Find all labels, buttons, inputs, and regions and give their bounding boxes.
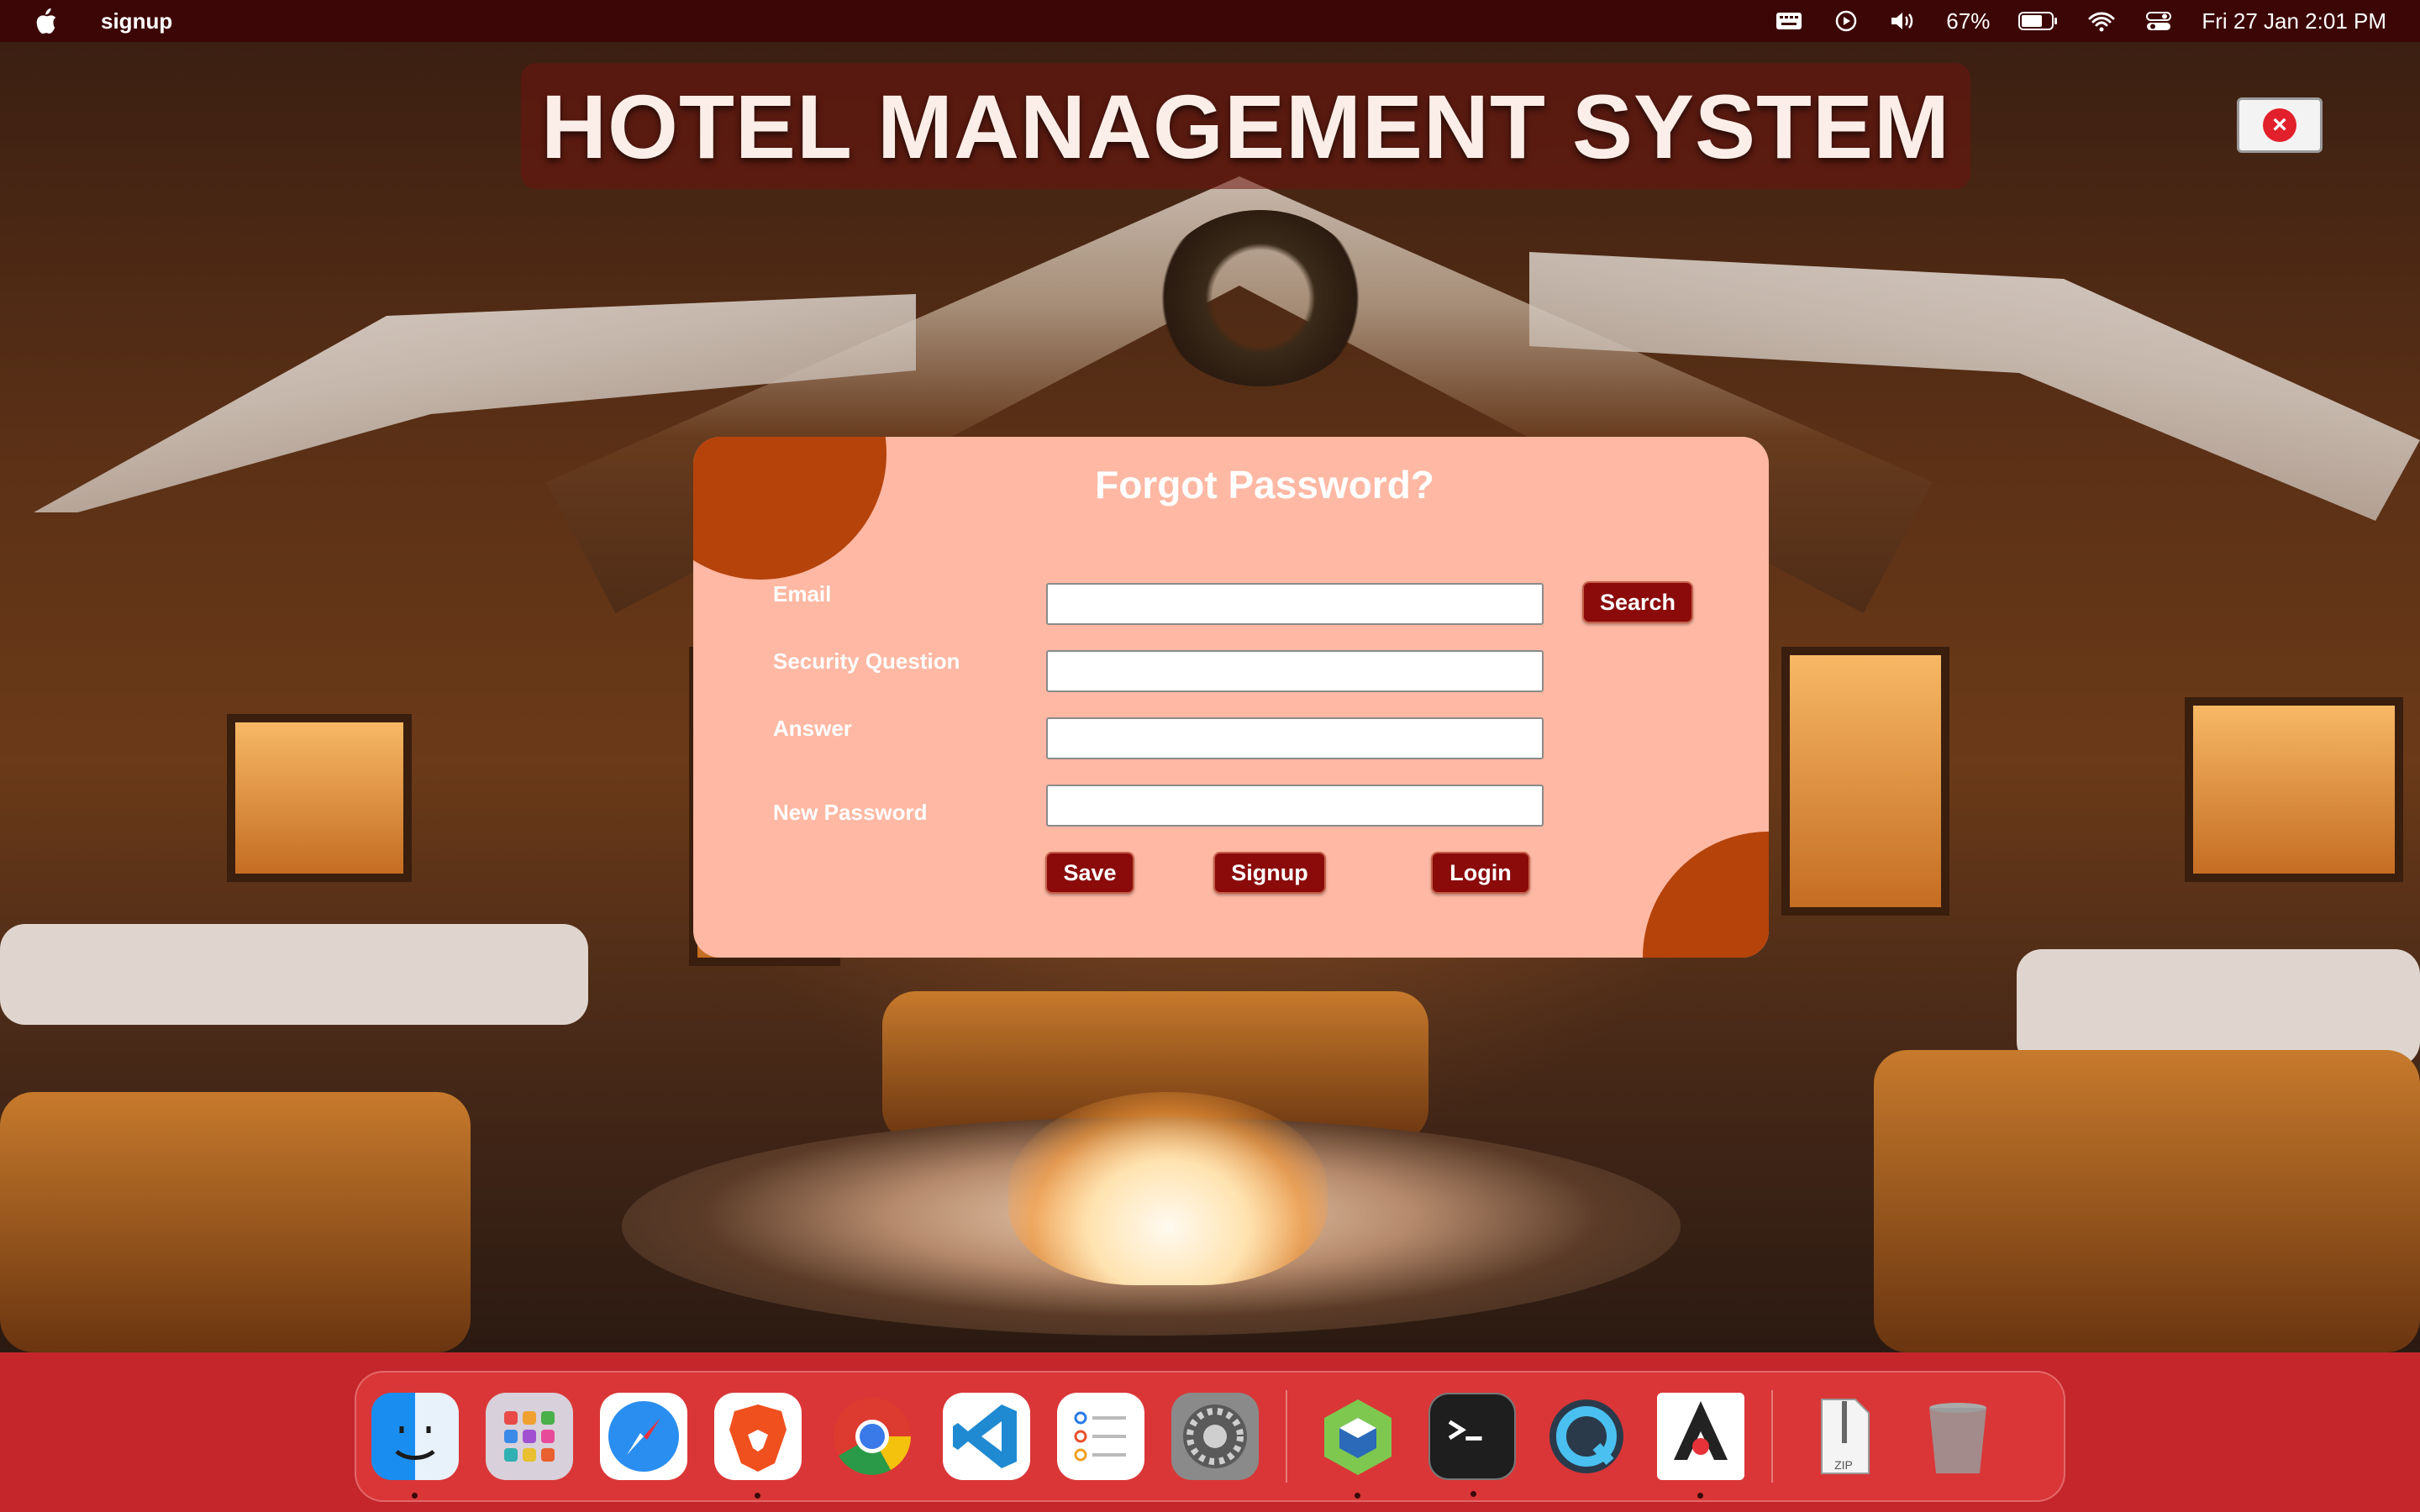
lounge-chair	[0, 1092, 471, 1352]
dock-separator	[1286, 1390, 1287, 1483]
new-password-field[interactable]	[1046, 785, 1544, 827]
new-password-label: New Password	[773, 800, 928, 825]
answer-field[interactable]	[1046, 717, 1544, 759]
brave-icon[interactable]	[714, 1393, 802, 1499]
java-icon[interactable]	[1657, 1393, 1744, 1499]
dock: ZIP	[355, 1371, 2065, 1502]
running-indicator	[1470, 1491, 1476, 1497]
wreath	[1155, 210, 1365, 386]
close-icon: ×	[2263, 108, 2296, 142]
reminders-icon[interactable]	[1057, 1393, 1144, 1480]
security-question-field[interactable]	[1046, 650, 1544, 692]
forgot-password-panel: Forgot Password? Email Search Security Q…	[693, 437, 1769, 958]
terminal-icon[interactable]	[1428, 1393, 1516, 1497]
active-app-name[interactable]: signup	[101, 8, 172, 34]
lit-window	[1781, 647, 1949, 916]
dock-separator	[1771, 1390, 1773, 1483]
running-indicator	[412, 1493, 418, 1499]
email-label: Email	[773, 581, 832, 606]
lit-window	[2185, 697, 2403, 882]
finder-icon[interactable]	[371, 1393, 459, 1499]
chrome-icon[interactable]	[829, 1393, 916, 1480]
battery-percent: 67%	[1946, 8, 1991, 34]
apple-icon[interactable]	[34, 8, 59, 34]
keyboard-icon[interactable]	[1775, 9, 1803, 33]
wifi-icon[interactable]	[2087, 9, 2116, 33]
decorative-circle	[693, 437, 886, 580]
running-indicator	[1355, 1493, 1360, 1499]
quicktime-icon[interactable]	[1543, 1393, 1630, 1480]
panel-title: Forgot Password?	[1095, 463, 1434, 507]
snowbank	[0, 924, 588, 1025]
trash-icon[interactable]	[1914, 1393, 2002, 1480]
answer-label: Answer	[773, 716, 852, 741]
snowbank	[2017, 949, 2420, 1067]
running-indicator	[755, 1493, 760, 1499]
security-question-label: Security Question	[773, 648, 960, 674]
clock[interactable]: Fri 27 Jan 2:01 PM	[2202, 8, 2386, 34]
volume-icon[interactable]	[1889, 9, 1918, 33]
app-title: HOTEL MANAGEMENT SYSTEM	[540, 75, 1951, 177]
status-menu: 67% Fri 27 Jan 2:01 PM	[1775, 8, 2386, 34]
vscode-icon[interactable]	[943, 1393, 1030, 1480]
login-button[interactable]: Login	[1431, 852, 1530, 894]
play-icon[interactable]	[1832, 9, 1860, 33]
search-button[interactable]: Search	[1582, 581, 1693, 623]
running-indicator	[1697, 1493, 1703, 1499]
zip-label: ZIP	[1834, 1458, 1853, 1472]
fire-flame	[1008, 1092, 1328, 1285]
close-button[interactable]: ×	[2237, 97, 2323, 153]
control-center-icon[interactable]	[2144, 9, 2173, 33]
save-button[interactable]: Save	[1045, 852, 1134, 894]
signup-button[interactable]: Signup	[1213, 852, 1326, 894]
battery-icon[interactable]	[2018, 11, 2059, 31]
launchpad-icon[interactable]	[486, 1393, 573, 1480]
menu-bar: signup 67% Fri 27 Jan 2:01 PM	[0, 0, 2420, 42]
netbeans-icon[interactable]	[1314, 1393, 1402, 1499]
lounge-chair	[1874, 1050, 2420, 1352]
lit-window	[227, 714, 412, 882]
title-banner: HOTEL MANAGEMENT SYSTEM	[521, 63, 1970, 189]
email-field[interactable]	[1046, 583, 1544, 625]
decorative-circle	[1643, 832, 1769, 958]
safari-icon[interactable]	[600, 1393, 687, 1480]
settings-icon[interactable]	[1171, 1393, 1259, 1480]
zip-icon[interactable]: ZIP	[1800, 1393, 1887, 1480]
